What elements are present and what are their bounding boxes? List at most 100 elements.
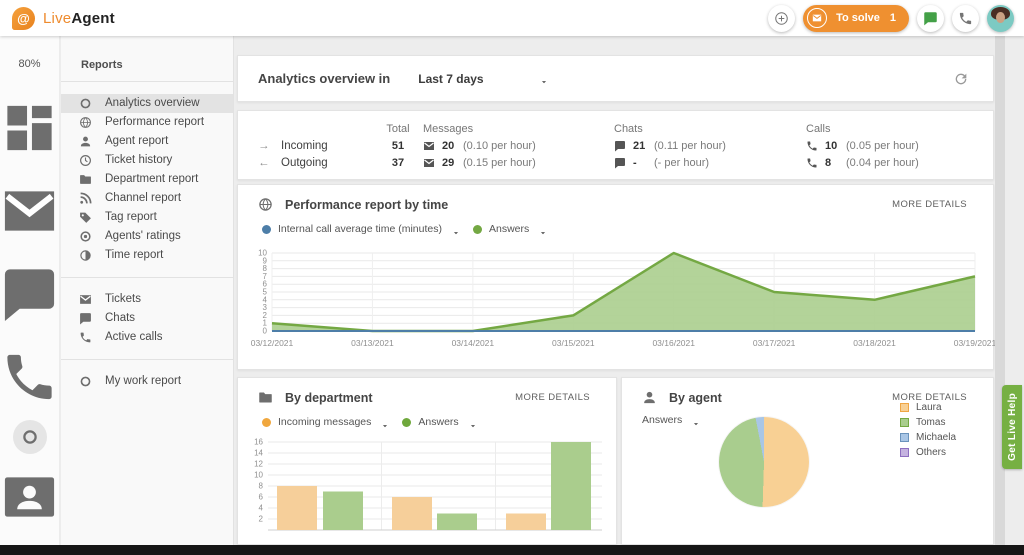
sidebar-item-chats[interactable]: Chats: [61, 309, 233, 328]
sidebar-item-analytics-overview[interactable]: Analytics overview: [61, 94, 233, 113]
rail-item-reports[interactable]: [13, 420, 47, 454]
chat-icon: [614, 157, 626, 169]
sidebar-item-tag-report[interactable]: Tag report: [61, 208, 233, 227]
legend-item-answers[interactable]: Answers: [473, 223, 550, 235]
sidebar-item-department-report[interactable]: Department report: [61, 170, 233, 189]
overview-header-card: Analytics overview in Last 7 days: [237, 55, 994, 102]
chat-status-button[interactable]: [917, 5, 944, 32]
row-label: Outgoing: [281, 157, 328, 169]
reports-icon: [21, 428, 39, 446]
legend-label: Internal call average time (minutes): [278, 223, 442, 235]
rail-item-tickets[interactable]: [0, 179, 59, 243]
person-icon: [79, 135, 92, 148]
rail-item-calls[interactable]: [0, 345, 59, 409]
get-live-help-tab[interactable]: Get Live Help: [1002, 385, 1022, 469]
phone-icon: [79, 331, 92, 344]
col-header-calls: Calls: [806, 123, 993, 135]
tag-icon: [79, 211, 92, 224]
sidebar-item-tickets[interactable]: Tickets: [61, 290, 233, 309]
chevron-down-icon: [691, 416, 701, 426]
legend-item-answers[interactable]: Answers: [402, 416, 479, 428]
calls-rate: (0.05 per hour): [846, 140, 919, 152]
by-agent-card: By agent MORE DETAILS Answers LauraTomas…: [621, 377, 994, 545]
rail-item-chats[interactable]: [0, 262, 59, 326]
col-header-chats: Chats: [614, 123, 806, 135]
agent-pie-chart: [719, 417, 809, 507]
user-avatar[interactable]: [987, 5, 1014, 32]
summary-stats-table: TotalMessagesChatsCalls→Incoming5120(0.1…: [258, 123, 993, 169]
create-new-button[interactable]: [768, 5, 795, 32]
date-range-select[interactable]: Last 7 days: [418, 72, 483, 86]
svg-text:03/13/2021: 03/13/2021: [351, 338, 394, 348]
to-solve-button[interactable]: To solve 1: [803, 5, 909, 32]
chats-value: -: [633, 157, 647, 169]
svg-text:03/15/2021: 03/15/2021: [552, 338, 595, 348]
sidebar-item-agents-ratings[interactable]: Agents' ratings: [61, 227, 233, 246]
taskbar: [0, 545, 1024, 555]
rail-item-dashboard[interactable]: [0, 96, 59, 160]
legend-item-tomas[interactable]: Tomas: [900, 417, 956, 428]
svg-text:6: 6: [259, 493, 264, 502]
calls-value: 10: [825, 140, 839, 152]
legend-label: Answers: [418, 416, 458, 428]
chevron-down-icon: [451, 225, 461, 235]
folder-icon: [258, 390, 273, 405]
legend-item-incoming-messages[interactable]: Incoming messages: [262, 416, 392, 428]
sidebar-item-label: Tickets: [105, 293, 141, 306]
main-content: Analytics overview in Last 7 days TotalM…: [234, 36, 1024, 545]
half-icon: [79, 249, 92, 262]
svg-text:03/18/2021: 03/18/2021: [853, 338, 896, 348]
target-icon: [79, 230, 92, 243]
sidebar-item-label: Performance report: [105, 116, 204, 129]
legend-swatch-icon: [900, 403, 909, 412]
sidebar-item-channel-report[interactable]: Channel report: [61, 189, 233, 208]
sidebar-item-label: Chats: [105, 312, 135, 325]
chats-cell-outgoing: -(- per hour): [614, 157, 806, 169]
sidebar-item-label: Ticket history: [105, 154, 172, 167]
chats-value: 21: [633, 140, 647, 152]
calls-rate: (0.04 per hour): [846, 157, 919, 169]
stats-row-outgoing: ←Outgoing: [258, 157, 373, 169]
liveagent-logo[interactable]: @ LiveAgent: [12, 7, 115, 30]
refresh-icon[interactable]: [953, 71, 969, 87]
sidebar-item-active-calls[interactable]: Active calls: [61, 328, 233, 347]
mail-icon: [423, 157, 435, 169]
col-header-messages: Messages: [423, 123, 614, 135]
sidebar-item-agent-report[interactable]: Agent report: [61, 132, 233, 151]
chat-icon: [923, 11, 938, 26]
performance-report-card: Performance report by time MORE DETAILS …: [237, 184, 994, 370]
chats-icon: [0, 313, 59, 330]
sidebar-item-performance-report[interactable]: Performance report: [61, 113, 233, 132]
legend-item-others[interactable]: Others: [900, 447, 956, 458]
svg-text:14: 14: [254, 449, 263, 458]
svg-text:10: 10: [258, 249, 267, 258]
call-status-button[interactable]: [952, 5, 979, 32]
sidebar-item-time-report[interactable]: Time report: [61, 246, 233, 265]
svg-text:03/14/2021: 03/14/2021: [452, 338, 495, 348]
svg-text:9: 9: [263, 256, 268, 265]
mail-icon: [423, 140, 435, 152]
rail-item-contacts[interactable]: [0, 465, 59, 529]
time-series-chart: 01234567891003/12/202103/13/202103/14/20…: [248, 245, 988, 363]
sidebar-item-my-work-report[interactable]: My work report: [61, 372, 233, 391]
sidebar-item-label: Analytics overview: [105, 97, 200, 110]
chats-rate: (0.11 per hour): [654, 140, 726, 152]
svg-text:8: 8: [263, 264, 268, 273]
more-details-link[interactable]: MORE DETAILS: [892, 199, 967, 210]
sidebar-item-label: Agent report: [105, 135, 168, 148]
svg-text:12: 12: [254, 460, 263, 469]
legend-item-laura[interactable]: Laura: [900, 402, 956, 413]
chats-rate: (- per hour): [654, 157, 709, 169]
legend-item-michaela[interactable]: Michaela: [900, 432, 956, 443]
sidebar-item-ticket-history[interactable]: Ticket history: [61, 151, 233, 170]
more-details-link[interactable]: MORE DETAILS: [515, 392, 590, 403]
to-solve-label: To solve: [836, 12, 880, 24]
panel-title: By agent: [669, 391, 722, 405]
chevron-down-icon[interactable]: [539, 74, 549, 84]
messages-value: 29: [442, 157, 456, 169]
mail-icon: [79, 293, 92, 306]
to-solve-envelope-icon: [807, 8, 827, 28]
messages-cell-incoming: 20(0.10 per hour): [423, 140, 614, 152]
rss-icon: [79, 192, 92, 205]
legend-item-internal-call-average-time-minutes[interactable]: Internal call average time (minutes): [262, 223, 463, 235]
